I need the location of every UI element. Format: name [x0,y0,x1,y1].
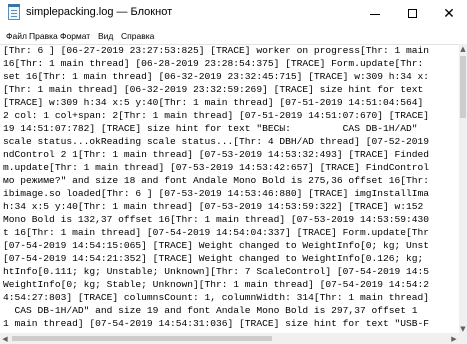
text-line: scale status...okReading scale status...… [3,136,430,147]
horizontal-scrollbar[interactable]: ◀ ▶ [0,333,459,344]
menu-format[interactable]: Формат [60,31,90,41]
scroll-right-icon[interactable]: ▶ [449,333,459,344]
text-line: CAS DB-1H/AD" and size 19 and font Andal… [3,305,418,316]
scrollbar-corner [459,333,467,344]
vertical-scrollbar[interactable]: ▲ ▼ [459,44,467,333]
text-line: htInfo[0.111; kg; Unstable; Unknown][Thr… [3,266,430,277]
scroll-up-icon[interactable]: ▲ [459,44,467,53]
title-bar[interactable]: simplepacking.log — Блокнот ✕ [0,0,467,27]
horizontal-scroll-thumb[interactable] [12,336,272,341]
scroll-left-icon[interactable]: ◀ [0,333,10,344]
menu-bar: Файл Правка Формат Вид Справка [0,27,467,44]
notepad-icon [8,4,20,20]
text-line: 2 col: 1 col+span: 2[Thr: 1 main thread]… [3,110,430,121]
minimize-icon [370,14,380,15]
text-line: set 16[Thr: 1 main thread] [06-32-2019 2… [3,71,430,82]
menu-file[interactable]: Файл [6,31,27,41]
text-line: 16[Thr: 1 main thread] [06-28-2019 23:28… [3,58,424,69]
menu-help[interactable]: Справка [121,31,154,41]
text-line: h:34 x:5 y:40[Thr: 1 main thread] [07-53… [3,201,424,212]
text-line: [07-54-2019 14:54:21:352] [TRACE] Weight… [3,253,424,264]
text-line: t 16[Thr: 1 main thread] [07-54-2019 14:… [3,227,430,238]
minimize-button[interactable] [356,0,394,27]
text-line: [Thr: 6 ] [06-27-2019 23:27:53:825] [TRA… [3,45,430,56]
text-line: WeightInfo[0; kg; Stable; Unknown][Thr: … [3,279,430,290]
text-line: ibimage.so loaded[Thr: 6 ] [07-53-2019 1… [3,188,430,199]
menu-edit[interactable]: Правка [29,31,58,41]
maximize-button[interactable] [393,0,431,27]
text-line: ndControl 2 1[Thr: 1 main thread] [07-53… [3,149,430,160]
text-line: 1 main thread] [07-54-2019 14:54:31:036]… [3,318,430,329]
text-line: [07-54-2019 14:54:15:065] [TRACE] Weight… [3,240,430,251]
notepad-window: simplepacking.log — Блокнот ✕ Файл Правк… [0,0,467,344]
close-icon: ✕ [443,5,455,22]
window-title: simplepacking.log — Блокнот [26,6,173,18]
text-line: мо режиме?" and size 18 and font Andale … [3,175,430,186]
text-line: [Thr: 1 main thread] [06-32-2019 23:32:5… [3,84,424,95]
maximize-icon [407,9,417,18]
vertical-scroll-thumb[interactable] [460,56,466,118]
menu-view[interactable]: Вид [98,31,113,41]
close-button[interactable]: ✕ [430,0,467,27]
text-line: [TRACE] w:309 h:34 x:5 y:40[Thr: 1 main … [3,97,424,108]
text-line: 19 14:51:07:782] [TRACE] size hint for t… [3,123,418,134]
text-editor[interactable]: [Thr: 6 ] [06-27-2019 23:27:53:825] [TRA… [0,44,459,334]
text-line: 4:54:27:803] [TRACE] columnsCount: 1, co… [3,292,430,303]
text-line: m.update[Thr: 1 main thread] [07-53-2019… [3,162,430,173]
text-line: Mono Bold is 132,37 offset 16[Thr: 1 mai… [3,214,430,225]
scroll-down-icon[interactable]: ▼ [459,324,467,333]
